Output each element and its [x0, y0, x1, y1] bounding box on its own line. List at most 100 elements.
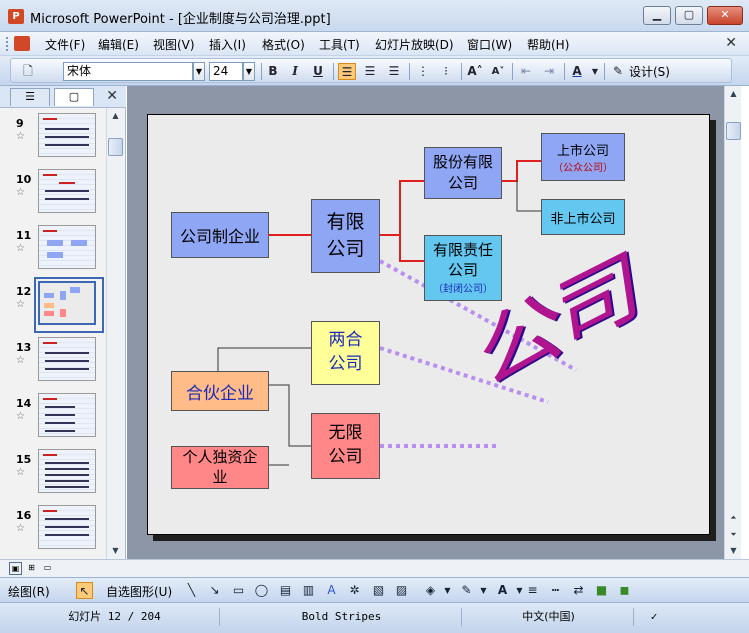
diagram-tool-icon[interactable]: ✲ — [346, 582, 363, 599]
document-icon[interactable] — [14, 36, 30, 51]
vertical-textbox-icon[interactable]: ▥ — [300, 582, 317, 599]
scroll-thumb[interactable] — [726, 122, 741, 140]
slide-thumbnail-15[interactable]: 15 ☆ — [0, 449, 104, 499]
design-icon[interactable]: ✎ — [609, 63, 627, 80]
line-tool-icon[interactable]: ╲ — [183, 582, 200, 599]
slide-thumbnail-10[interactable]: 10 ☆ — [0, 169, 104, 219]
box-listed-company[interactable]: 上市公司 （公众公司） — [541, 133, 625, 181]
draw-menu-button[interactable]: 绘图(R) — [8, 583, 50, 600]
maximize-button[interactable]: ▢ — [675, 6, 703, 25]
tab-slides[interactable]: ▢ — [54, 88, 94, 106]
fill-color-dropdown-icon[interactable]: ▼ — [439, 582, 456, 599]
line-color-dropdown-icon[interactable]: ▼ — [475, 582, 492, 599]
scroll-down-icon[interactable]: ▼ — [726, 544, 741, 558]
3d-style-icon[interactable]: ◼ — [616, 582, 633, 599]
line-color-icon[interactable]: ✎ — [458, 582, 475, 599]
slide-thumbnail-16[interactable]: 16 ☆ — [0, 505, 104, 555]
numbering-icon[interactable]: ⋮ — [414, 63, 432, 80]
slide-thumbnail-13[interactable]: 13 ☆ — [0, 337, 104, 387]
slide-preview[interactable] — [38, 449, 96, 493]
font-color-icon[interactable]: A — [568, 63, 586, 80]
scroll-down-icon[interactable]: ▼ — [108, 544, 123, 558]
menu-tools[interactable]: 工具(T) — [319, 36, 360, 53]
align-right-icon[interactable]: ☰ — [385, 63, 403, 80]
spelling-check-icon[interactable]: ✓ — [640, 608, 668, 626]
slide-preview[interactable] — [38, 113, 96, 157]
menu-grip-handle[interactable] — [6, 37, 9, 51]
slides-panel-scrollbar[interactable]: ▲ ▼ — [106, 108, 123, 559]
box-unlimited-company[interactable]: 无限 公司 — [311, 413, 380, 479]
design-button[interactable]: 设计(S) — [629, 63, 670, 80]
increase-font-icon[interactable]: A˄ — [466, 63, 484, 80]
menu-view[interactable]: 视图(V) — [153, 36, 195, 53]
italic-button[interactable]: I — [286, 63, 304, 80]
minimize-button[interactable]: ▁ — [643, 6, 671, 25]
scroll-up-icon[interactable]: ▲ — [108, 109, 123, 123]
menu-edit[interactable]: 编辑(E) — [98, 36, 139, 53]
box-limited-company[interactable]: 有限 公司 — [311, 199, 380, 273]
slide-thumbnail-9[interactable]: 9 ☆ — [0, 113, 104, 163]
scroll-up-icon[interactable]: ▲ — [726, 87, 741, 101]
panel-close-icon[interactable]: ✕ — [106, 88, 118, 104]
powerpoint-app-icon[interactable]: P — [8, 9, 24, 24]
box-sole-proprietorship[interactable]: 个人独资企业 — [171, 446, 269, 489]
select-pointer-icon[interactable]: ↖ — [76, 582, 93, 599]
current-slide[interactable]: 公司制企业 有限 公司 股份有限公司 上市公司 （公众公司） 非上市公司 有限责… — [147, 114, 710, 535]
slide-preview[interactable] — [38, 225, 96, 269]
slide-sorter-icon[interactable]: ⊞ — [25, 562, 38, 575]
slide-thumbnail-12[interactable]: 12 ☆ — [0, 277, 104, 333]
picture-tool-icon[interactable]: ▨ — [393, 582, 410, 599]
clipart-tool-icon[interactable]: ▧ — [370, 582, 387, 599]
textbox-tool-icon[interactable]: ▤ — [277, 582, 294, 599]
bold-button[interactable]: B — [264, 63, 282, 80]
slide-preview[interactable] — [38, 169, 96, 213]
slide-preview[interactable] — [38, 337, 96, 381]
decrease-font-icon[interactable]: A˅ — [489, 63, 507, 80]
font-name-dropdown-icon[interactable]: ▼ — [193, 62, 205, 81]
font-size-box[interactable]: 24 — [209, 62, 243, 81]
box-two-type-company[interactable]: 两合 公司 — [311, 321, 380, 385]
tab-outline[interactable]: ☰ — [10, 88, 50, 106]
bullets-icon[interactable]: ⁝ — [437, 63, 455, 80]
line-style-icon[interactable]: ≡ — [524, 582, 541, 599]
box-llc[interactable]: 有限责任公司 （封闭公司） — [424, 235, 502, 301]
dash-style-icon[interactable]: ┅ — [547, 582, 564, 599]
align-left-icon[interactable]: ☰ — [338, 63, 356, 80]
wordart-tool-icon[interactable]: A — [323, 582, 340, 599]
shadow-style-icon[interactable]: ■ — [593, 582, 610, 599]
box-company-system[interactable]: 公司制企业 — [171, 212, 269, 258]
font-name-box[interactable]: 宋体 — [63, 62, 193, 81]
slide-preview[interactable] — [38, 281, 96, 325]
box-partnership[interactable]: 合伙企业 — [171, 371, 269, 411]
arrow-style-icon[interactable]: ⇄ — [570, 582, 587, 599]
oval-tool-icon[interactable]: ◯ — [253, 582, 270, 599]
previous-slide-icon[interactable]: ⏶ — [726, 511, 741, 525]
next-slide-icon[interactable]: ⏷ — [726, 528, 741, 542]
box-unlisted-company[interactable]: 非上市公司 — [541, 199, 625, 235]
font-size-dropdown-icon[interactable]: ▼ — [243, 62, 255, 81]
underline-button[interactable]: U — [309, 63, 327, 80]
normal-view-icon[interactable]: ▣ — [9, 562, 22, 575]
menu-slideshow[interactable]: 幻灯片放映(D) — [375, 36, 454, 53]
font-color-dropdown-icon[interactable]: ▼ — [586, 63, 604, 80]
decrease-indent-icon[interactable]: ⇤ — [517, 63, 535, 80]
scroll-thumb[interactable] — [108, 138, 123, 156]
slide-preview[interactable] — [38, 393, 96, 437]
document-close-icon[interactable]: ✕ — [725, 35, 737, 51]
menu-format[interactable]: 格式(O) — [262, 36, 305, 53]
menu-window[interactable]: 窗口(W) — [467, 36, 512, 53]
menu-insert[interactable]: 插入(I) — [209, 36, 246, 53]
rectangle-tool-icon[interactable]: ▭ — [230, 582, 247, 599]
slide-thumbnail-14[interactable]: 14 ☆ — [0, 393, 104, 443]
slide-thumbnail-11[interactable]: 11 ☆ — [0, 225, 104, 275]
increase-indent-icon[interactable]: ⇥ — [540, 63, 558, 80]
box-joint-stock[interactable]: 股份有限公司 — [424, 147, 502, 199]
slide-preview[interactable] — [38, 505, 96, 549]
slide-scrollbar[interactable]: ▲ ⏶ ⏷ ▼ — [724, 86, 741, 559]
slideshow-icon[interactable]: ▭ — [41, 562, 54, 575]
draw-font-color-icon[interactable]: A — [494, 582, 511, 599]
close-button[interactable]: ✕ — [707, 6, 743, 25]
align-center-icon[interactable]: ☰ — [361, 63, 379, 80]
autoshapes-button[interactable]: 自选图形(U) — [106, 583, 172, 600]
fill-color-icon[interactable]: ◈ — [422, 582, 439, 599]
